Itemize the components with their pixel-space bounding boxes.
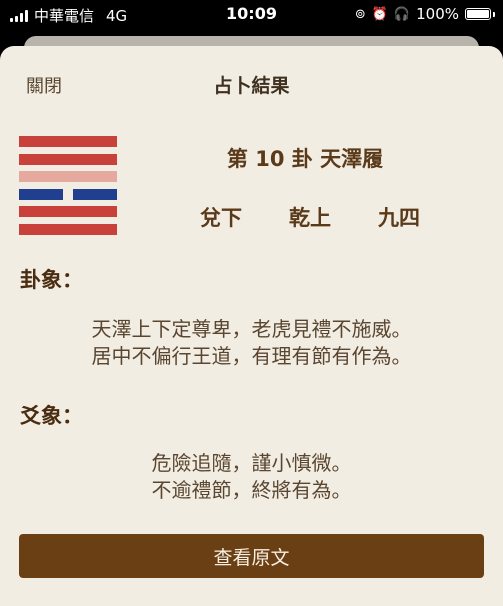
hexagram-name: 第 10 卦 天澤履 bbox=[226, 147, 384, 171]
view-original-button[interactable]: 查看原文 bbox=[19, 534, 484, 578]
changing-line: 九四 bbox=[378, 206, 420, 230]
status-right: ⊚ ⏰ 🎧 100% bbox=[355, 5, 495, 23]
hexagram-line-5 bbox=[19, 206, 117, 217]
hexagram-line-segment bbox=[19, 188, 63, 200]
hexagram-symbol bbox=[19, 136, 117, 241]
hexagram-line-segment bbox=[73, 188, 117, 200]
hexagram-line-segment bbox=[19, 206, 117, 217]
gua-image-line-1: 天澤上下定尊卑，老虎見禮不施威。 bbox=[91, 317, 412, 341]
sheet-title: 占卜結果 bbox=[213, 75, 290, 97]
lower-trigram: 兌下 bbox=[200, 206, 242, 230]
battery-percent: 100% bbox=[416, 5, 459, 23]
hexagram-line-4 bbox=[19, 188, 117, 200]
hexagram-line-3 bbox=[19, 171, 117, 182]
battery-icon bbox=[465, 8, 491, 20]
gua-image-line-2: 居中不偏行王道，有理有節有作為。 bbox=[91, 344, 412, 368]
status-bar: 中華電信 4G 10:09 ⊚ ⏰ 🎧 100% bbox=[0, 0, 503, 28]
hexagram-line-2 bbox=[19, 153, 117, 165]
hexagram-line-6 bbox=[19, 223, 117, 235]
hexagram-line-segment bbox=[19, 136, 117, 147]
upper-trigram: 乾上 bbox=[289, 206, 331, 230]
headphones-icon: 🎧 bbox=[393, 6, 411, 22]
result-sheet: 關閉 占卜結果 第 10 卦 天澤履 兌下 乾上 九四 卦象： 天澤上下定尊卑，… bbox=[0, 46, 503, 606]
hexagram-line-segment bbox=[19, 153, 117, 165]
hexagram-line-1 bbox=[19, 136, 117, 147]
hexagram-line-segment bbox=[19, 223, 117, 235]
yao-image-heading: 爻象： bbox=[20, 404, 83, 428]
battery-tip bbox=[493, 11, 495, 17]
gua-image-heading: 卦象： bbox=[20, 268, 83, 292]
orientation-lock-icon: ⊚ bbox=[354, 6, 366, 22]
yao-image-line-1: 危險追隨，謹小慎微。 bbox=[151, 451, 352, 475]
yao-image-line-2: 不逾禮節，終將有為。 bbox=[151, 478, 352, 502]
trigram-row: 兌下 乾上 九四 bbox=[200, 202, 420, 232]
hexagram-line-segment bbox=[19, 171, 117, 182]
alarm-icon: ⏰ bbox=[371, 6, 388, 22]
